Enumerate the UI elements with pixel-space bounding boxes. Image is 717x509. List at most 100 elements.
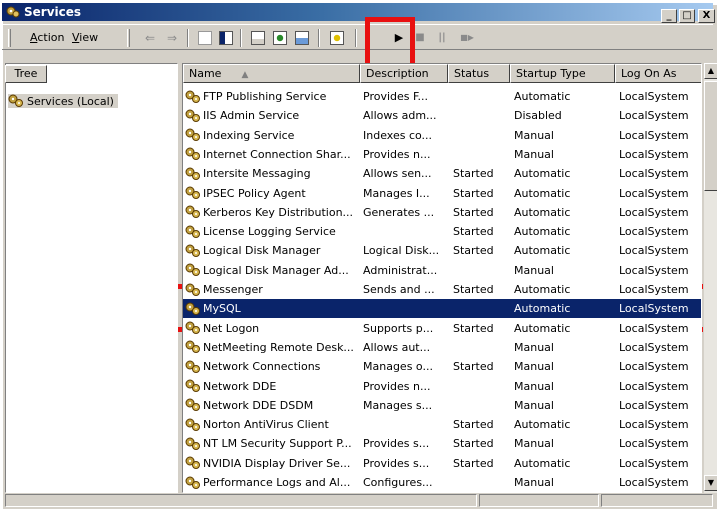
- service-row[interactable]: Logical Disk Manager Logical Disk... Start…: [183, 241, 701, 260]
- service-row[interactable]: Indexing Service Indexes co... Manual Local…: [183, 126, 701, 145]
- service-startup-type: Manual: [514, 360, 554, 374]
- column-header-status[interactable]: Status: [448, 64, 510, 83]
- toolbar-grip-2[interactable]: [127, 29, 130, 47]
- service-row[interactable]: Network DDE DSDM Manages s... Manual LocalS…: [183, 396, 701, 415]
- service-startup-type: Manual: [514, 147, 554, 161]
- service-description: [363, 301, 449, 316]
- service-logon: LocalSystem: [619, 90, 689, 103]
- service-description: Generates ...: [363, 205, 435, 219]
- service-description: Allows aut...: [363, 340, 431, 354]
- service-row[interactable]: Norton AntiVirus Client Started Automatic L…: [183, 415, 701, 434]
- service-name: Network Connections: [203, 360, 321, 374]
- pause-service-icon[interactable]: ||: [432, 28, 452, 48]
- title-bar[interactable]: Services: [2, 3, 713, 21]
- maximize-button[interactable]: □: [679, 9, 695, 23]
- service-row[interactable]: Kerberos Key Distribution... Generates ..…: [183, 203, 701, 222]
- back-arrow-icon[interactable]: ⇐: [140, 28, 160, 48]
- minimize-button[interactable]: _: [661, 9, 677, 23]
- column-header-startup-type[interactable]: Startup Type: [510, 64, 615, 83]
- scroll-up-button[interactable]: ▲: [704, 63, 717, 79]
- list-header: Name ▲ Description Status Startup Type Lo…: [183, 64, 701, 83]
- service-row[interactable]: License Logging Service Started Automatic L…: [183, 222, 701, 241]
- service-logon: LocalSystem: [619, 379, 689, 393]
- column-header-description[interactable]: Description: [360, 64, 448, 83]
- gear-icon: [8, 94, 23, 107]
- service-row-selected[interactable]: MySQL Automatic LocalSystem: [183, 299, 701, 319]
- service-status: Started: [453, 360, 494, 374]
- service-name-cell: MySQL: [185, 301, 359, 316]
- toolbar-grip[interactable]: [8, 29, 11, 47]
- restart-service-icon[interactable]: ■▶: [457, 28, 477, 48]
- service-description: [363, 417, 449, 432]
- service-startup-type: Automatic: [514, 302, 571, 316]
- service-row[interactable]: FTP Publishing Service Provides F... Autom…: [183, 87, 701, 106]
- service-name: Intersite Messaging: [203, 167, 311, 181]
- help-icon[interactable]: [327, 28, 347, 48]
- service-name: IIS Admin Service: [203, 109, 300, 123]
- up-folder-icon[interactable]: [195, 28, 215, 48]
- service-name: MySQL: [203, 302, 241, 316]
- service-row[interactable]: IPSEC Policy Agent Manages I... Started Aut…: [183, 184, 701, 203]
- gear-icon: [185, 186, 200, 199]
- tree-tab[interactable]: Tree: [5, 65, 47, 83]
- service-logon: LocalSystem: [619, 340, 689, 354]
- forward-arrow-icon[interactable]: ⇒: [162, 28, 182, 48]
- gear-icon: [185, 360, 200, 373]
- scroll-down-button[interactable]: ▼: [704, 475, 717, 491]
- service-logon: LocalSystem: [619, 167, 689, 181]
- service-row[interactable]: Network Connections Manages o... Started Ma…: [183, 357, 701, 376]
- service-row[interactable]: Intersite Messaging Allows sen... Started A…: [183, 164, 701, 183]
- service-name: Network DDE: [203, 379, 277, 393]
- status-panel-main: [5, 494, 477, 507]
- status-panel-2: [479, 494, 599, 507]
- service-status: Started: [453, 205, 494, 219]
- service-name-cell: IIS Admin Service: [185, 108, 359, 123]
- service-row[interactable]: NetMeeting Remote Desk... Allows aut... Ma…: [183, 338, 701, 357]
- service-row[interactable]: Messenger Sends and ... Started Automatic Lo…: [183, 280, 701, 299]
- service-name-cell: Intersite Messaging: [185, 166, 359, 181]
- service-row[interactable]: Network DDE Provides n... Manual LocalSyste…: [183, 377, 701, 396]
- column-header-log-on-as[interactable]: Log On As: [615, 64, 701, 83]
- service-row[interactable]: Logical Disk Manager Ad... Administrat...…: [183, 261, 701, 280]
- service-row[interactable]: Performance Logs and Al... Configures... M…: [183, 473, 701, 492]
- service-logon: LocalSystem: [619, 456, 689, 470]
- service-row[interactable]: NVIDIA Display Driver Se... Provides s...…: [183, 454, 701, 473]
- service-row[interactable]: Internet Connection Shar... Provides n...…: [183, 145, 701, 164]
- service-logon: LocalSystem: [619, 109, 689, 123]
- show-hide-tree-icon[interactable]: [216, 28, 236, 48]
- tree-item-services-local[interactable]: Services (Local): [8, 94, 118, 108]
- vertical-scrollbar[interactable]: ▲ ▼: [703, 63, 717, 493]
- service-description: Provides s...: [363, 437, 430, 451]
- column-header-name[interactable]: Name ▲: [183, 64, 360, 83]
- service-status: Started: [453, 321, 494, 335]
- service-name-cell: Indexing Service: [185, 128, 359, 143]
- service-name-cell: Norton AntiVirus Client: [185, 417, 359, 432]
- status-bar: [5, 494, 713, 507]
- properties-icon[interactable]: [248, 28, 268, 48]
- gear-icon: [185, 437, 200, 450]
- service-startup-type: Automatic: [514, 283, 571, 296]
- gear-icon: [185, 379, 200, 392]
- service-description: Provides n...: [363, 147, 431, 161]
- service-row[interactable]: Net Logon Supports p... Started Automatic Lo…: [183, 319, 701, 338]
- toolbar-separator: [187, 29, 189, 47]
- gear-icon: [185, 167, 200, 180]
- gear-icon: [185, 90, 200, 103]
- service-startup-type: Manual: [514, 128, 554, 142]
- service-logon: LocalSystem: [619, 205, 689, 219]
- export-list-icon[interactable]: [292, 28, 312, 48]
- close-button[interactable]: X: [698, 9, 715, 23]
- service-name: NetMeeting Remote Desk...: [203, 340, 354, 354]
- service-logon: LocalSystem: [619, 398, 689, 412]
- refresh-icon[interactable]: [270, 28, 290, 48]
- service-description: Configures...: [363, 476, 433, 489]
- service-row[interactable]: NT LM Security Support P... Provides s...…: [183, 434, 701, 453]
- gear-icon: [185, 109, 200, 122]
- menu-view[interactable]: View: [72, 31, 98, 44]
- services-list: Name ▲ Description Status Startup Type Lo…: [182, 63, 702, 493]
- scroll-thumb[interactable]: [704, 81, 717, 191]
- menu-action[interactable]: Action: [30, 31, 64, 44]
- service-row[interactable]: IIS Admin Service Allows adm... Disabled Lo…: [183, 106, 701, 125]
- service-name: Performance Logs and Al...: [203, 476, 351, 489]
- service-logon: LocalSystem: [619, 244, 689, 258]
